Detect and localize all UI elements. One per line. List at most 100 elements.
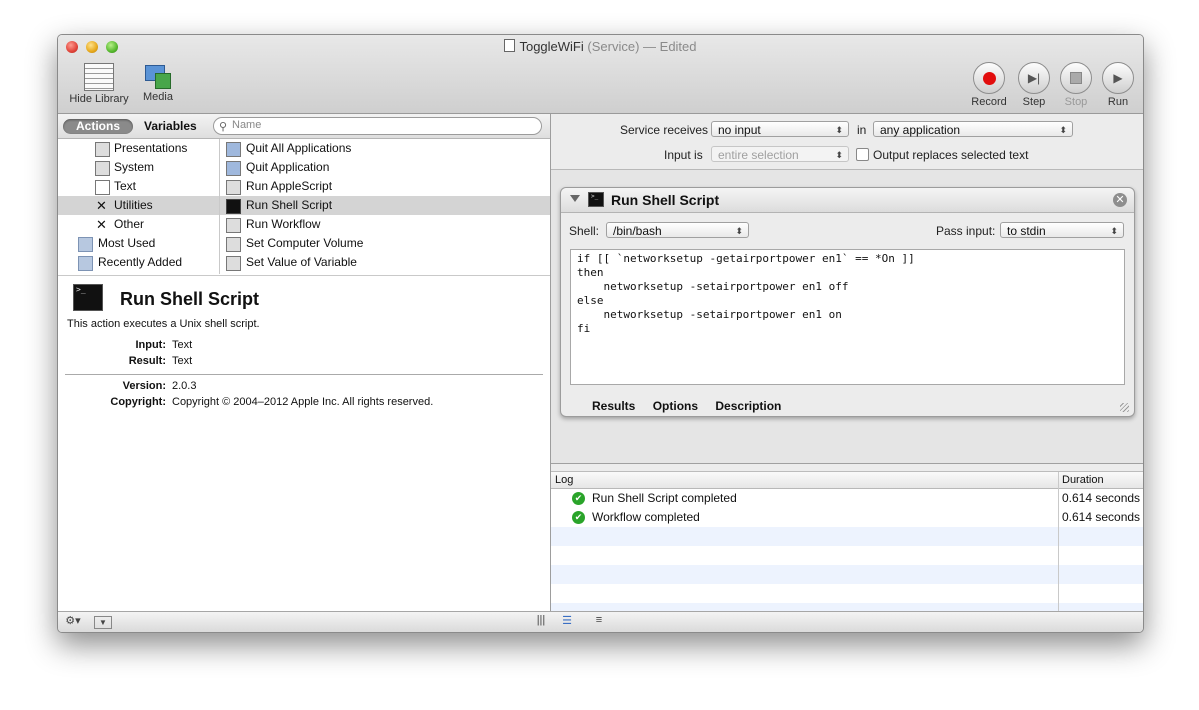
search-icon: ⚲ — [219, 121, 228, 133]
log-pane: Log Duration ✔ Run Shell Script complete… — [551, 463, 1143, 612]
category-item-presentations[interactable]: Presentations — [58, 139, 219, 158]
tab-actions[interactable]: Actions — [63, 119, 133, 134]
workflow-area: Service receives no input ⬍ in any applic… — [551, 114, 1143, 463]
show-description-button[interactable]: ▼ — [94, 616, 112, 629]
pass-input-popup[interactable]: to stdin ⬍ — [1000, 222, 1124, 238]
terminal-icon: >_ — [588, 192, 604, 207]
other-icon: ✕ — [96, 217, 107, 232]
triangle-down-icon: ▼ — [99, 618, 107, 627]
library-header: Actions Variables ⚲ Name — [58, 114, 550, 139]
in-label: in — [857, 123, 867, 137]
service-receives-popup[interactable]: no input ⬍ — [711, 121, 849, 137]
action-item-run-workflow[interactable]: Run Workflow — [220, 215, 550, 234]
log-icon: ≡ — [595, 614, 603, 626]
script-text: if [[ `networksetup -getairportpower en1… — [577, 252, 915, 335]
quit-icon — [226, 161, 241, 176]
list-view-button[interactable]: ☰ — [557, 614, 577, 629]
action-item-set-computer-volume[interactable]: Set Computer Volume — [220, 234, 550, 253]
version-value: 2.0.3 — [172, 380, 197, 392]
action-item-set-value-of-variable[interactable]: Set Value of Variable — [220, 253, 550, 272]
category-item-other[interactable]: ✕ Other — [58, 215, 219, 234]
stop-button[interactable]: Stop — [1056, 62, 1096, 108]
action-footer-tabs: Results Options Description — [592, 399, 795, 413]
run-button[interactable]: ▶ Run — [1098, 62, 1138, 108]
gear-icon: ⚙▾ — [65, 615, 81, 627]
library-icon — [84, 63, 114, 91]
category-item-recently-added[interactable]: Recently Added — [58, 253, 219, 272]
resize-grip-icon[interactable] — [1120, 403, 1129, 412]
disclosure-triangle-icon[interactable] — [570, 195, 580, 202]
duration-column-header[interactable]: Duration — [1062, 472, 1104, 488]
log-row-empty — [551, 527, 1143, 546]
description-text: This action executes a Unix shell script… — [67, 318, 260, 330]
log-row-empty — [551, 565, 1143, 584]
chevron-updown-icon: ⬍ — [1059, 125, 1067, 135]
category-item-text[interactable]: Text — [58, 177, 219, 196]
chevron-updown-icon: ⬍ — [835, 150, 843, 160]
category-item-system[interactable]: System — [58, 158, 219, 177]
action-item-run-applescript[interactable]: Run AppleScript — [220, 177, 550, 196]
script-icon — [226, 256, 241, 271]
split-resize-handle[interactable]: ||| — [536, 614, 546, 629]
terminal-icon — [226, 199, 241, 214]
hide-library-button[interactable]: Hide Library — [66, 63, 132, 105]
action-item-quit-application[interactable]: Quit Application — [220, 158, 550, 177]
quit-icon — [226, 142, 241, 157]
log-row[interactable]: ✔ Workflow completed 0.614 seconds — [551, 508, 1143, 527]
titlebar: ToggleWiFi (Service) — Edited Hide Libra… — [58, 35, 1143, 114]
tab-results[interactable]: Results — [592, 399, 635, 413]
document-icon — [504, 39, 516, 52]
result-value: Text — [172, 355, 193, 367]
presentation-icon — [95, 142, 110, 157]
record-icon — [982, 71, 996, 85]
run-shell-script-action: >_ Run Shell Script ✕ Shell: /bin/bash ⬍ … — [560, 187, 1135, 417]
input-value: Text — [172, 339, 193, 351]
service-receives-label: Service receives — [620, 123, 709, 137]
system-icon — [95, 161, 110, 176]
category-item-most-used[interactable]: Most Used — [58, 234, 219, 253]
library-pane: Actions Variables ⚲ Name Presentations S… — [58, 114, 551, 611]
text-icon — [95, 180, 110, 195]
log-header: Log Duration — [551, 472, 1143, 489]
log-row[interactable]: ✔ Run Shell Script completed 0.614 secon… — [551, 489, 1143, 508]
output-replaces-checkbox[interactable] — [856, 148, 869, 161]
divider — [65, 374, 543, 375]
workflow-bottom-bar: ☰ ≡ — [551, 611, 1143, 632]
action-header[interactable]: >_ Run Shell Script ✕ — [561, 188, 1134, 213]
column-divider — [1058, 472, 1059, 612]
category-item-utilities[interactable]: ✕ Utilities — [58, 196, 219, 215]
copyright-value: Copyright © 2004–2012 Apple Inc. All rig… — [172, 396, 434, 408]
folder-icon — [78, 237, 93, 252]
media-button[interactable]: Media — [138, 63, 178, 103]
action-description: >_ Run Shell Script This action executes… — [58, 275, 550, 612]
action-item-run-shell-script[interactable]: Run Shell Script — [220, 196, 550, 215]
tab-description[interactable]: Description — [715, 399, 781, 413]
result-label: Result: — [128, 355, 166, 367]
media-icon — [143, 63, 173, 89]
gear-menu-button[interactable]: ⚙▾ — [62, 614, 84, 629]
tab-options[interactable]: Options — [653, 399, 698, 413]
application-popup[interactable]: any application ⬍ — [873, 121, 1073, 137]
log-column-header[interactable]: Log — [555, 472, 573, 488]
list-icon: ☰ — [562, 615, 572, 627]
chevron-updown-icon: ⬍ — [835, 125, 843, 135]
step-icon: ▶| — [1027, 71, 1041, 85]
log-view-button[interactable]: ≡ — [589, 614, 609, 629]
input-is-popup[interactable]: entire selection ⬍ — [711, 146, 849, 162]
volume-icon — [226, 237, 241, 252]
action-list: Quit All Applications Quit Application R… — [220, 139, 550, 274]
action-item-quit-all-applications[interactable]: Quit All Applications — [220, 139, 550, 158]
folder-icon — [78, 256, 93, 271]
step-button[interactable]: ▶| Step — [1014, 62, 1054, 108]
input-is-label: Input is — [664, 148, 703, 162]
record-button[interactable]: Record — [969, 62, 1009, 108]
input-label: Input: — [135, 339, 166, 351]
service-options-bar: Service receives no input ⬍ in any applic… — [551, 114, 1143, 170]
script-editor[interactable]: if [[ `networksetup -getairportpower en1… — [570, 249, 1125, 385]
tab-variables[interactable]: Variables — [144, 119, 197, 133]
window-title: ToggleWiFi (Service) — Edited — [58, 39, 1143, 54]
split-handle[interactable] — [551, 464, 1143, 472]
search-input[interactable]: ⚲ Name — [213, 117, 542, 135]
shell-popup[interactable]: /bin/bash ⬍ — [606, 222, 749, 238]
close-icon[interactable]: ✕ — [1113, 193, 1127, 207]
